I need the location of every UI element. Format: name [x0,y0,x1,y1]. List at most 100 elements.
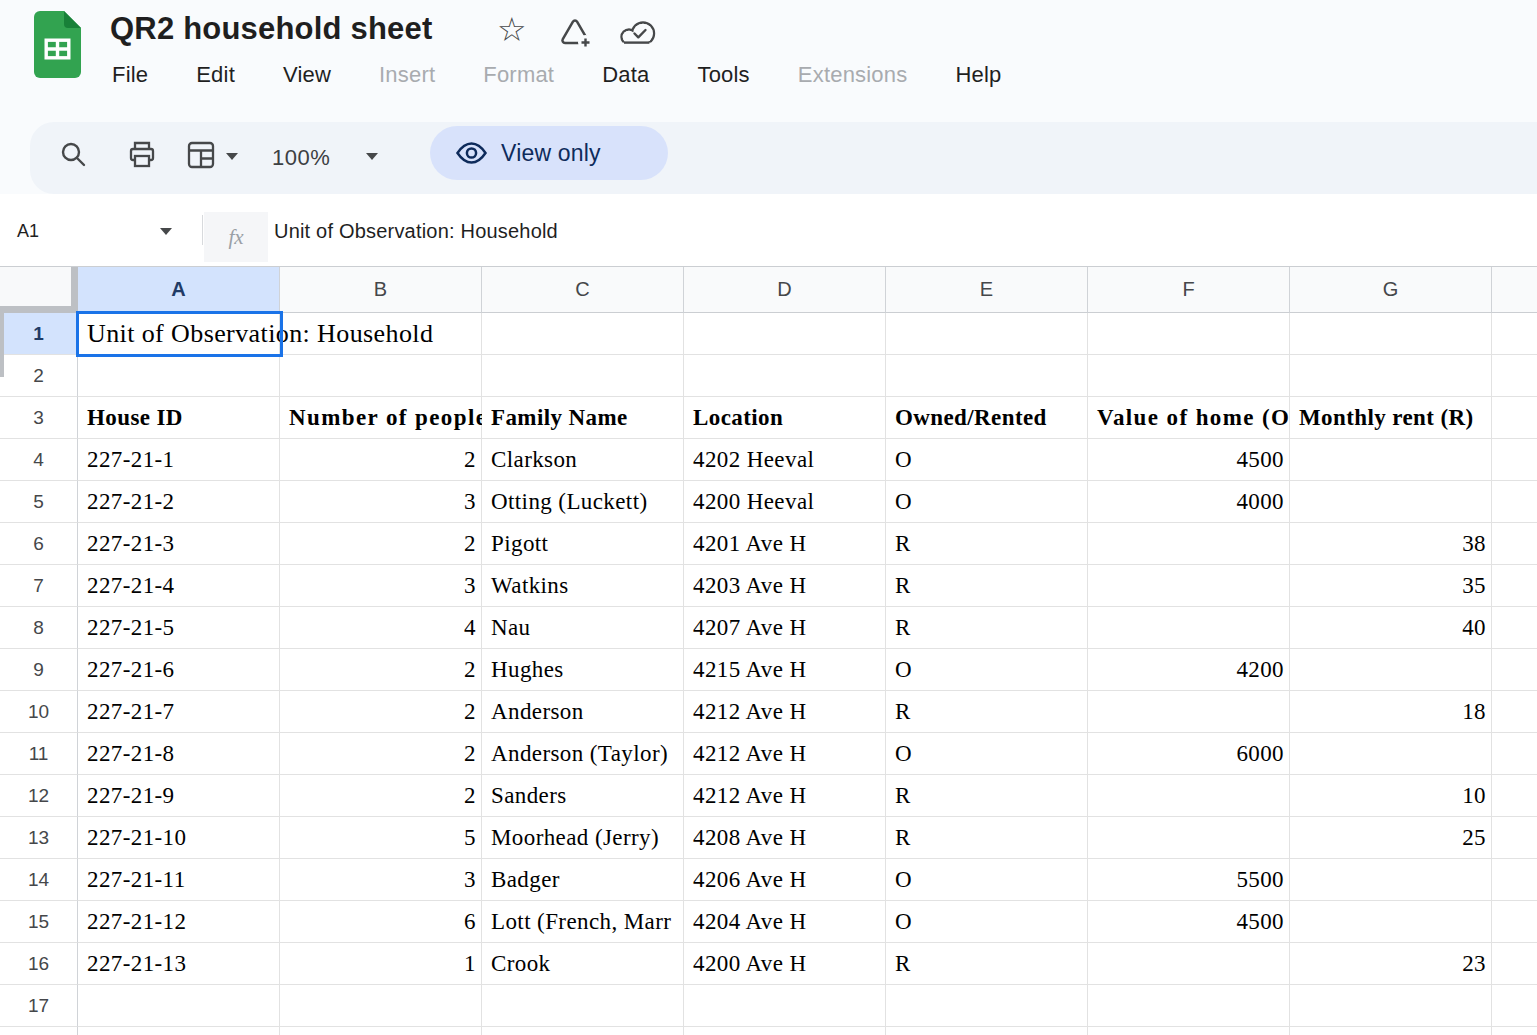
cell-E3[interactable]: Owned/Rented [886,397,1088,439]
column-header-C[interactable]: C [482,267,684,313]
cell-F5[interactable]: 4000 [1088,481,1290,523]
cell-G12[interactable]: 10 [1290,775,1492,817]
cell-G8[interactable]: 40 [1290,607,1492,649]
cells-area[interactable]: Unit of Observation: HouseholdHouse IDNu… [78,313,1537,1035]
menu-insert[interactable]: Insert [355,57,459,93]
row-header-14[interactable]: 14 [0,859,78,901]
cell-A13[interactable]: 227-21-10 [78,817,280,859]
cell-B10[interactable]: 2 [280,691,482,733]
move-to-label-icon[interactable] [557,15,593,51]
menu-format[interactable]: Format [459,57,578,93]
cell-F15[interactable]: 4500 [1088,901,1290,943]
cloud-saved-icon[interactable] [617,16,659,50]
cell-A12[interactable]: 227-21-9 [78,775,280,817]
cell-E9[interactable]: O [886,649,1088,691]
row-header-2[interactable]: 2 [0,355,78,397]
cell-B16[interactable]: 1 [280,943,482,985]
menu-help[interactable]: Help [931,57,1025,93]
cell-D8[interactable]: 4207 Ave H [684,607,886,649]
row-header-4[interactable]: 4 [0,439,78,481]
cell-F4[interactable]: 4500 [1088,439,1290,481]
row-header-10[interactable]: 10 [0,691,78,733]
cell-A10[interactable]: 227-21-7 [78,691,280,733]
cell-A14[interactable]: 227-21-11 [78,859,280,901]
cell-C12[interactable]: Sanders [482,775,684,817]
cell-C13[interactable]: Moorhead (Jerry) [482,817,684,859]
formula-input[interactable]: Unit of Observation: Household [274,202,558,260]
row-header-17[interactable]: 17 [0,985,78,1027]
row-header-15[interactable]: 15 [0,901,78,943]
cell-F9[interactable]: 4200 [1088,649,1290,691]
cell-A6[interactable]: 227-21-3 [78,523,280,565]
cell-B7[interactable]: 3 [280,565,482,607]
cell-E16[interactable]: R [886,943,1088,985]
cell-B11[interactable]: 2 [280,733,482,775]
column-header-F[interactable]: F [1088,267,1290,313]
menu-tools[interactable]: Tools [673,57,773,93]
column-header-E[interactable]: E [886,267,1088,313]
cell-E8[interactable]: R [886,607,1088,649]
cell-B6[interactable]: 2 [280,523,482,565]
cell-G7[interactable]: 35 [1290,565,1492,607]
cell-E14[interactable]: O [886,859,1088,901]
freeze-handle-horizontal[interactable] [0,306,78,313]
cell-C16[interactable]: Crook [482,943,684,985]
cell-A11[interactable]: 227-21-8 [78,733,280,775]
cell-A9[interactable]: 227-21-6 [78,649,280,691]
cell-B13[interactable]: 5 [280,817,482,859]
menu-file[interactable]: File [88,57,172,93]
column-header-A[interactable]: A [78,267,280,313]
cell-C5[interactable]: Otting (Luckett) [482,481,684,523]
menu-data[interactable]: Data [578,57,673,93]
row-header-3[interactable]: 3 [0,397,78,439]
cell-F14[interactable]: 5500 [1088,859,1290,901]
google-sheets-logo[interactable] [34,11,81,78]
cell-D5[interactable]: 4200 Heeval [684,481,886,523]
cell-G10[interactable]: 18 [1290,691,1492,733]
document-title[interactable]: QR2 household sheet [110,11,432,47]
cell-E4[interactable]: O [886,439,1088,481]
column-header-H[interactable]: H [1492,267,1537,313]
cell-D10[interactable]: 4212 Ave H [684,691,886,733]
cell-E10[interactable]: R [886,691,1088,733]
cell-C11[interactable]: Anderson (Taylor) [482,733,684,775]
cell-G13[interactable]: 25 [1290,817,1492,859]
column-header-D[interactable]: D [684,267,886,313]
cell-E13[interactable]: R [886,817,1088,859]
view-only-badge[interactable]: View only [430,126,668,180]
cell-C10[interactable]: Anderson [482,691,684,733]
cell-D13[interactable]: 4208 Ave H [684,817,886,859]
row-header-5[interactable]: 5 [0,481,78,523]
cell-A1[interactable]: Unit of Observation: Household [78,313,482,355]
row-header-16[interactable]: 16 [0,943,78,985]
cell-D14[interactable]: 4206 Ave H [684,859,886,901]
cell-C4[interactable]: Clarkson [482,439,684,481]
zoom-dropdown-caret[interactable] [366,153,378,160]
cell-B12[interactable]: 2 [280,775,482,817]
cell-C7[interactable]: Watkins [482,565,684,607]
print-icon[interactable] [126,139,158,171]
cell-A16[interactable]: 227-21-13 [78,943,280,985]
cell-F3[interactable]: Value of home (O [1088,397,1290,439]
cell-D4[interactable]: 4202 Heeval [684,439,886,481]
cell-C15[interactable]: Lott (French, Marr [482,901,684,943]
cell-D16[interactable]: 4200 Ave H [684,943,886,985]
row-header-12[interactable]: 12 [0,775,78,817]
star-icon[interactable]: ☆ [497,10,527,50]
cell-E5[interactable]: O [886,481,1088,523]
cell-C6[interactable]: Pigott [482,523,684,565]
cell-E12[interactable]: R [886,775,1088,817]
cell-D15[interactable]: 4204 Ave H [684,901,886,943]
cell-B15[interactable]: 6 [280,901,482,943]
cell-B3[interactable]: Number of people [280,397,482,439]
name-box-caret[interactable] [160,228,172,235]
column-header-G[interactable]: G [1290,267,1492,313]
cell-B14[interactable]: 3 [280,859,482,901]
cell-E15[interactable]: O [886,901,1088,943]
cell-D6[interactable]: 4201 Ave H [684,523,886,565]
cell-E11[interactable]: O [886,733,1088,775]
row-header-18[interactable] [0,1027,78,1035]
cell-B5[interactable]: 3 [280,481,482,523]
cell-A7[interactable]: 227-21-4 [78,565,280,607]
cell-C3[interactable]: Family Name [482,397,684,439]
